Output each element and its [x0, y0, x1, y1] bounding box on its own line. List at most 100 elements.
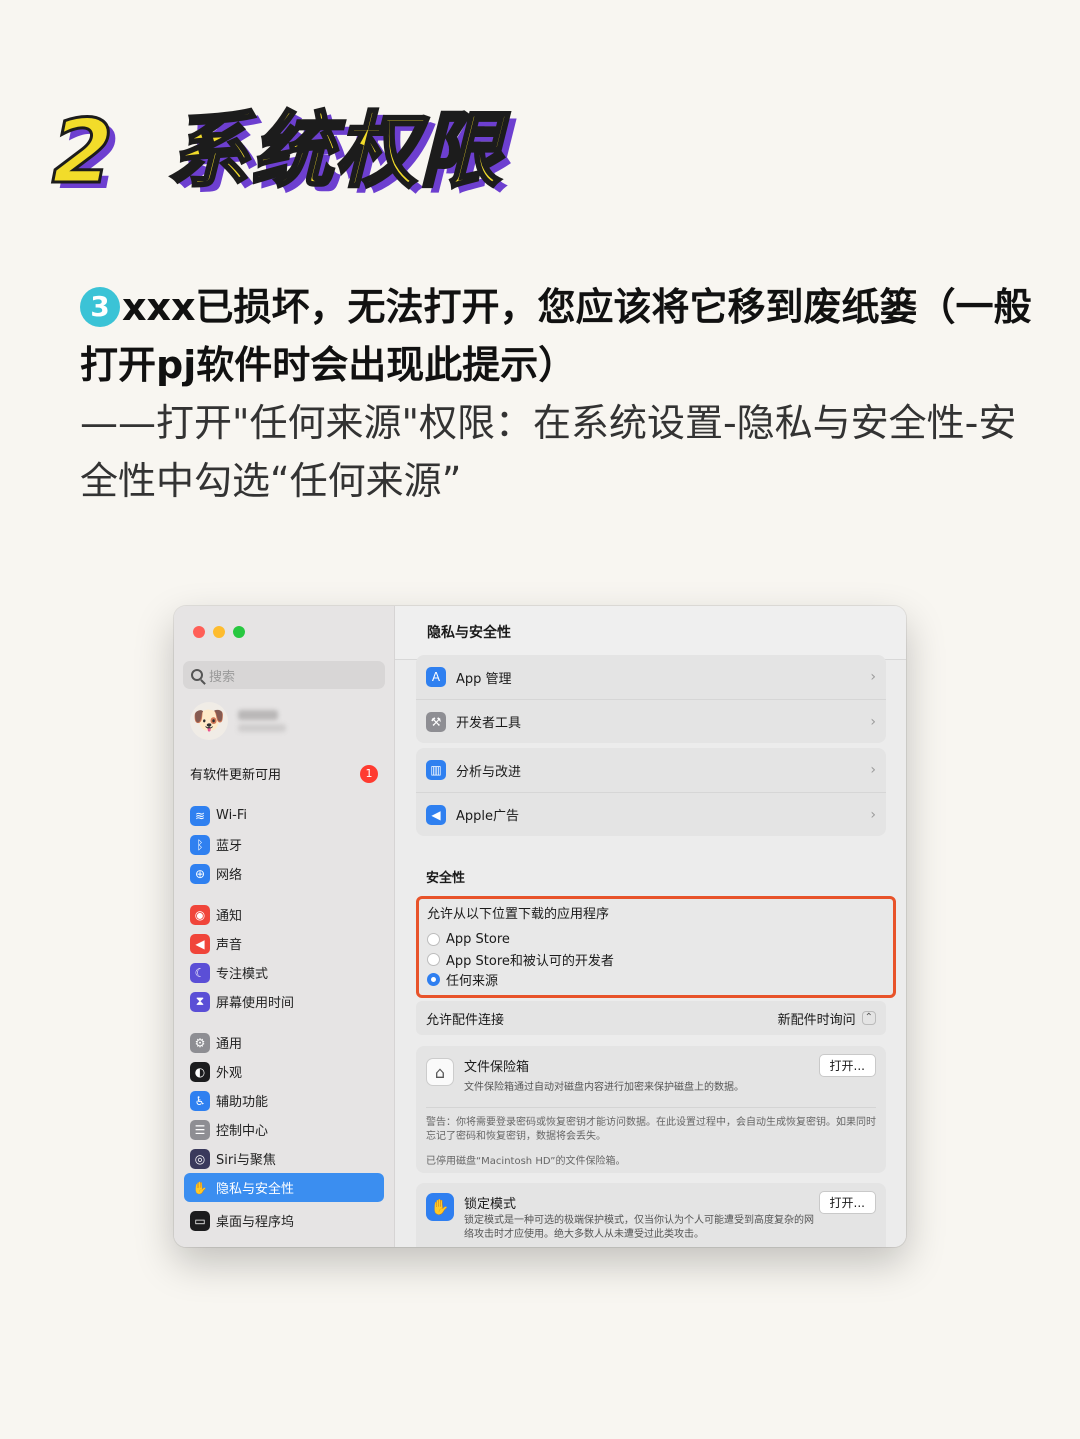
- sidebar-group: ⚙ 通用 ◐ 外观 ♿ 辅助功能 ☰ 控制中心 ◎ Siri与聚焦 ✋ 隐私与安全性: [184, 1028, 384, 1202]
- sidebar-item-label: 控制中心: [216, 1124, 269, 1139]
- minimize-button[interactable]: [213, 626, 225, 638]
- apple-account[interactable]: 🐶: [190, 702, 286, 740]
- control-center-icon: ☰: [190, 1119, 210, 1140]
- sidebar-item[interactable]: ⊕ 网络: [184, 859, 384, 888]
- sidebar-item[interactable]: ◐ 外观: [184, 1057, 384, 1086]
- hero-title: 2 系统权限: [50, 100, 504, 203]
- sidebar-item-label: 外观: [216, 1066, 243, 1081]
- sidebar-item-label: 辅助功能: [216, 1095, 269, 1110]
- app-store-icon: A: [426, 667, 446, 687]
- sidebar-item[interactable]: ⚙ 通用: [184, 1028, 384, 1057]
- settings-row[interactable]: ⚒ 开发者工具 ›: [416, 699, 886, 743]
- settings-group-apps: A App 管理 › ⚒ 开发者工具 ›: [416, 655, 886, 743]
- sidebar-item[interactable]: ◀ 声音: [184, 929, 384, 958]
- accessory-connection-row: 允许配件连接 新配件时询问 ⌃: [416, 1001, 886, 1035]
- sidebar-item-label: 蓝牙: [216, 839, 243, 854]
- sidebar-item[interactable]: ᛒ 蓝牙: [184, 830, 384, 859]
- sidebar-item-label: 隐私与安全性: [216, 1182, 295, 1197]
- software-update-item[interactable]: 有软件更新可用 1: [190, 764, 378, 783]
- bluetooth-icon: ᛒ: [190, 834, 210, 855]
- system-settings-window: 搜索 🐶 有软件更新可用 1 ≋ Wi-Fi ᛒ 蓝牙 ⊕ 网络 ◉ 通知 ◀ 声音 ☾ 专注模式 ⧗ 屏…: [174, 606, 906, 1247]
- main-panel: 隐私与安全性 A App 管理 › ⚒ 开发者工具 › ▥ 分析与改进 › ◀ Apple广告 › …: [395, 606, 906, 1247]
- intro-light-text: ——打开"任何来源"权限：在系统设置-隐私与安全性-安全性中勾选“任何来源”: [80, 401, 1017, 503]
- chevron-right-icon: ›: [870, 713, 876, 730]
- sidebar-item[interactable]: ≋ Wi-Fi: [184, 801, 384, 830]
- settings-row[interactable]: ▥ 分析与改进 ›: [416, 748, 886, 792]
- radio-button[interactable]: [427, 932, 440, 946]
- radio-button[interactable]: [427, 972, 440, 986]
- zoom-button[interactable]: [233, 626, 245, 638]
- settings-row[interactable]: ◀ Apple广告 ›: [416, 792, 886, 836]
- hand-raised-icon: ✋: [426, 1193, 454, 1221]
- filevault-title: 文件保险箱: [464, 1060, 530, 1075]
- radio-option[interactable]: App Store和被认可的开发者: [427, 949, 893, 969]
- search-input[interactable]: 搜索: [183, 661, 385, 689]
- sidebar-item[interactable]: ⧗ 屏幕使用时间: [184, 987, 384, 1016]
- sidebar-item-label: 网络: [216, 868, 243, 883]
- hero-number: 2: [50, 100, 116, 203]
- intro-bold-text: xxx已损坏，无法打开，您应该将它移到废纸篓（一般打开pj软件时会出现此提示）: [80, 285, 1032, 387]
- accessory-value: 新配件时询问: [777, 1012, 856, 1028]
- allow-apps-section: 允许从以下位置下载的应用程序 App Store App Store和被认可的开发…: [416, 896, 896, 998]
- settings-row[interactable]: A App 管理 ›: [416, 655, 886, 699]
- radio-label: 任何来源: [446, 973, 499, 989]
- hourglass-icon: ⧗: [190, 991, 210, 1012]
- radio-option[interactable]: App Store: [427, 929, 893, 949]
- chevron-right-icon: ›: [870, 762, 876, 778]
- sidebar-item[interactable]: ♿ 辅助功能: [184, 1086, 384, 1115]
- radio-button[interactable]: [427, 952, 440, 966]
- traffic-lights: [193, 626, 245, 638]
- search-icon: [191, 669, 203, 681]
- wifi-icon: ≋: [190, 805, 210, 826]
- sidebar-item-label: 声音: [216, 938, 243, 953]
- hand-icon: ✋: [190, 1177, 210, 1198]
- chevron-right-icon: ›: [870, 806, 876, 823]
- sidebar-item[interactable]: ◉ 通知: [184, 900, 384, 929]
- settings-row-label: App 管理: [456, 671, 512, 687]
- security-heading: 安全性: [426, 871, 466, 886]
- update-label: 有软件更新可用: [190, 768, 282, 783]
- settings-row-label: Apple广告: [456, 809, 520, 824]
- appearance-icon: ◐: [190, 1061, 210, 1082]
- settings-group-analytics: ▥ 分析与改进 › ◀ Apple广告 ›: [416, 748, 886, 836]
- update-badge: 1: [360, 764, 378, 783]
- sidebar-item-label: Wi-Fi: [216, 808, 248, 823]
- dock-icon: ▭: [190, 1210, 210, 1231]
- bell-icon: ◉: [190, 904, 210, 925]
- chart-icon: ▥: [426, 760, 446, 780]
- search-placeholder: 搜索: [209, 669, 236, 685]
- lockdown-desc: 锁定模式是一种可选的极端保护模式，仅当你认为个人可能遭受到高度复杂的网络攻击时才…: [464, 1215, 814, 1240]
- sidebar-item-label: 桌面与程序坞: [216, 1215, 295, 1230]
- sidebar-item[interactable]: ☰ 控制中心: [184, 1115, 384, 1144]
- sidebar-item[interactable]: ✋ 隐私与安全性: [184, 1173, 384, 1202]
- radio-option[interactable]: 任何来源: [427, 969, 893, 989]
- sidebar-item-label: 专注模式: [216, 967, 269, 982]
- close-button[interactable]: [193, 626, 205, 638]
- settings-row-label: 开发者工具: [456, 716, 522, 731]
- intro-text: 3 xxx已损坏，无法打开，您应该将它移到废纸篓（一般打开pj软件时会出现此提示）…: [80, 278, 1040, 510]
- sidebar-item[interactable]: ☾ 专注模式: [184, 958, 384, 987]
- sidebar-item[interactable]: ◎ Siri与聚焦: [184, 1144, 384, 1173]
- filevault-open-button[interactable]: 打开...: [818, 1054, 876, 1077]
- lockdown-open-button[interactable]: 打开...: [818, 1191, 876, 1214]
- hero-heading: 系统权限: [166, 104, 504, 199]
- sidebar-item-label: 屏幕使用时间: [216, 996, 295, 1011]
- sidebar-item-label: 通知: [216, 909, 243, 924]
- radio-label: App Store: [446, 931, 510, 947]
- sidebar: 搜索 🐶 有软件更新可用 1 ≋ Wi-Fi ᛒ 蓝牙 ⊕ 网络 ◉ 通知 ◀ 声音 ☾ 专注模式 ⧗ 屏…: [174, 606, 395, 1247]
- hammer-icon: ⚒: [426, 711, 446, 732]
- sidebar-group: ◉ 通知 ◀ 声音 ☾ 专注模式 ⧗ 屏幕使用时间: [184, 900, 384, 1016]
- sidebar-item-label: Siri与聚焦: [216, 1153, 276, 1168]
- house-lock-icon: ⌂: [426, 1058, 454, 1086]
- filevault-desc: 文件保险箱通过自动对磁盘内容进行加密来保护磁盘上的数据。: [464, 1082, 744, 1093]
- filevault-disk-note: 已停用磁盘“Macintosh HD”的文件保险箱。: [426, 1156, 626, 1167]
- sidebar-item[interactable]: ▭ 桌面与程序坞: [184, 1206, 384, 1235]
- siri-icon: ◎: [190, 1148, 210, 1169]
- chevron-updown-icon: ⌃: [861, 1011, 876, 1025]
- accessory-select[interactable]: 新配件时询问 ⌃: [778, 1009, 876, 1028]
- globe-icon: ⊕: [190, 863, 210, 884]
- accessibility-icon: ♿: [190, 1090, 210, 1111]
- sidebar-group: ≋ Wi-Fi ᛒ 蓝牙 ⊕ 网络: [184, 801, 384, 888]
- radio-label: App Store和被认可的开发者: [446, 953, 614, 969]
- lockdown-title: 锁定模式: [464, 1197, 517, 1212]
